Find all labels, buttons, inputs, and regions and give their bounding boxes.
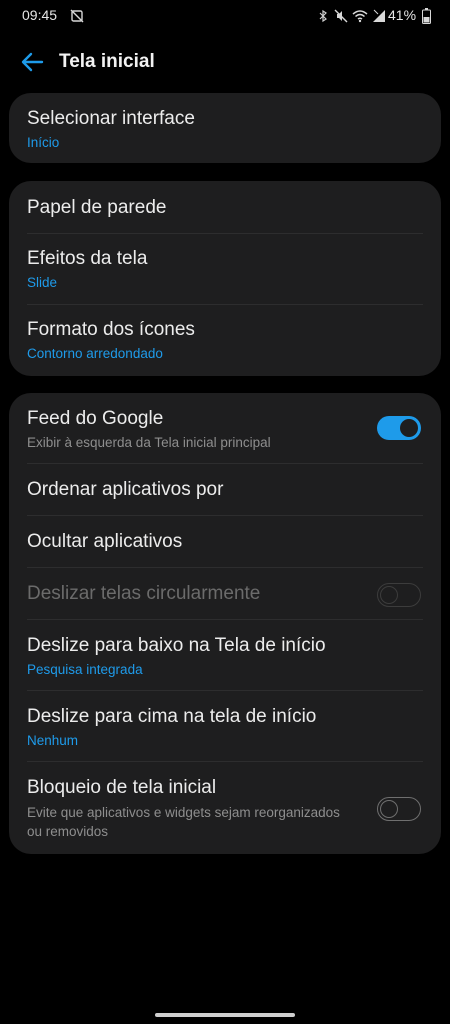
item-title: Deslize para baixo na Tela de início	[27, 635, 326, 656]
signal-icon	[373, 9, 385, 22]
toggle-knob	[379, 799, 398, 818]
home-lock-toggle[interactable]	[377, 797, 421, 821]
battery-percentage: 41%	[388, 7, 417, 23]
status-bar: 09:45 41%	[0, 0, 450, 32]
item-title: Efeitos da tela	[27, 248, 148, 269]
home-lock-item[interactable]: Bloqueio de tela inicial Evite que aplic…	[9, 762, 441, 854]
item-title: Selecionar interface	[27, 108, 195, 129]
item-subtitle: Slide	[27, 275, 58, 290]
item-title: Feed do Google	[27, 408, 164, 429]
swipe-down-item[interactable]: Deslize para baixo na Tela de início Pes…	[9, 620, 441, 690]
item-description: Evite que aplicativos e widgets sejam re…	[27, 805, 340, 839]
swipe-up-item[interactable]: Deslize para cima na tela de início Nenh…	[9, 691, 441, 761]
loop-screens-toggle	[377, 583, 421, 607]
wallpaper-item[interactable]: Papel de parede	[9, 181, 441, 233]
status-time: 09:45	[22, 7, 58, 23]
google-feed-toggle[interactable]	[377, 416, 421, 440]
bluetooth-icon	[319, 9, 327, 23]
do-not-disturb-icon	[70, 9, 84, 23]
toggle-knob	[379, 585, 398, 604]
mute-icon	[334, 9, 348, 23]
wifi-icon	[352, 10, 368, 23]
screen-effects-item[interactable]: Efeitos da tela Slide	[9, 234, 441, 304]
item-subtitle: Início	[27, 135, 60, 150]
card-interface: Selecionar interface Início	[9, 93, 441, 163]
select-interface-item[interactable]: Selecionar interface Início	[9, 93, 441, 163]
google-feed-item[interactable]: Feed do Google Exibir à esquerda da Tela…	[9, 393, 441, 463]
item-title: Deslizar telas circularmente	[27, 583, 261, 604]
card-appearance: Papel de parede Efeitos da tela Slide Fo…	[9, 181, 441, 376]
item-title: Deslize para cima na tela de início	[27, 706, 317, 727]
toggle-knob	[400, 419, 418, 437]
item-title: Bloqueio de tela inicial	[27, 777, 217, 798]
item-title: Ordenar aplicativos por	[27, 479, 224, 500]
back-arrow-icon[interactable]	[18, 48, 48, 76]
item-description: Exibir à esquerda da Tela inicial princi…	[27, 435, 271, 450]
item-subtitle: Nenhum	[27, 733, 79, 748]
gesture-nav-handle[interactable]	[155, 1013, 295, 1017]
battery-icon	[422, 8, 431, 24]
item-subtitle: Pesquisa integrada	[27, 662, 143, 677]
page-title: Tela inicial	[59, 51, 155, 72]
app-bar: Tela inicial	[0, 42, 450, 82]
item-title: Papel de parede	[27, 197, 167, 218]
item-subtitle: Contorno arredondado	[27, 346, 163, 361]
card-behavior: Feed do Google Exibir à esquerda da Tela…	[9, 393, 441, 854]
item-title: Formato dos ícones	[27, 319, 195, 340]
icon-shape-item[interactable]: Formato dos ícones Contorno arredondado	[9, 305, 441, 376]
hide-apps-item[interactable]: Ocultar aplicativos	[9, 516, 441, 568]
loop-screens-item: Deslizar telas circularmente	[9, 568, 441, 620]
item-title: Ocultar aplicativos	[27, 531, 183, 552]
sort-apps-item[interactable]: Ordenar aplicativos por	[9, 464, 441, 516]
